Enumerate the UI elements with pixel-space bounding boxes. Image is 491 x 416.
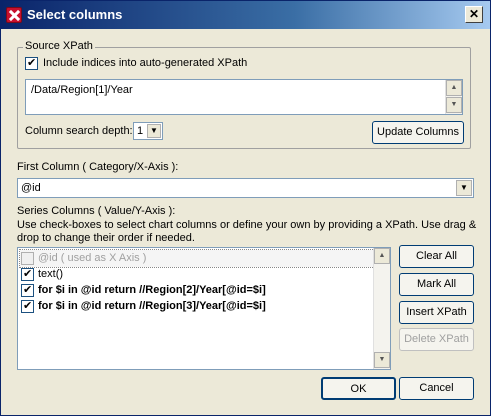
scroll-up-icon[interactable]: ▲	[374, 248, 390, 264]
select-columns-dialog: Select columns ✕ Source XPath Include in…	[0, 0, 491, 416]
series-checkbox[interactable]	[21, 283, 34, 297]
chevron-down-icon[interactable]: ▼	[147, 124, 161, 138]
delete-xpath-button: Delete XPath	[399, 328, 474, 351]
xpath-scrollbar[interactable]: ▲ ▼	[445, 80, 462, 114]
source-xpath-legend: Source XPath	[23, 40, 95, 52]
list-scrollbar[interactable]: ▲ ▼	[373, 248, 390, 369]
depth-select[interactable]: 1 ▼	[133, 122, 163, 140]
series-checkbox[interactable]	[21, 267, 34, 281]
series-columns-list[interactable]: @id ( used as X Axis ) text() for $i in …	[17, 247, 391, 370]
clear-all-button[interactable]: Clear All	[399, 245, 474, 268]
cancel-button[interactable]: Cancel	[399, 377, 474, 400]
series-columns-label: Series Columns ( Value/Y-Axis ):	[17, 205, 176, 217]
ok-button[interactable]: OK	[321, 377, 396, 400]
list-item[interactable]: @id ( used as X Axis )	[19, 249, 375, 268]
depth-value: 1	[137, 125, 144, 137]
mark-all-button[interactable]: Mark All	[399, 273, 474, 296]
xpath-value: /Data/Region[1]/Year	[31, 84, 133, 96]
series-item-label: for $i in @id return //Region[3]/Year[@i…	[38, 300, 266, 312]
update-columns-button[interactable]: Update Columns	[372, 121, 464, 144]
depth-label: Column search depth:	[25, 125, 133, 137]
list-item[interactable]: text()	[20, 266, 374, 283]
close-button[interactable]: ✕	[465, 6, 483, 23]
title-bar[interactable]: Select columns ✕	[1, 1, 490, 29]
series-help-line1: Use check-boxes to select chart columns …	[17, 219, 477, 231]
first-column-select[interactable]: @id ▼	[17, 178, 474, 198]
scroll-up-icon[interactable]: ▲	[446, 80, 462, 96]
app-icon	[6, 7, 22, 23]
series-item-label: @id ( used as X Axis )	[38, 252, 147, 264]
first-column-label: First Column ( Category/X-Axis ):	[17, 161, 179, 173]
list-item[interactable]: for $i in @id return //Region[3]/Year[@i…	[20, 298, 374, 315]
scroll-down-icon[interactable]: ▼	[446, 97, 462, 113]
include-indices-label: Include indices into auto-generated XPat…	[43, 57, 248, 69]
series-item-label: text()	[38, 268, 64, 280]
series-help-line2: drop to change their order if needed.	[17, 232, 195, 244]
window-title: Select columns	[27, 7, 123, 22]
scroll-down-icon[interactable]: ▼	[374, 352, 390, 368]
chevron-down-icon[interactable]: ▼	[456, 180, 472, 196]
series-item-label: for $i in @id return //Region[2]/Year[@i…	[38, 284, 266, 296]
xpath-textarea[interactable]: /Data/Region[1]/Year ▲ ▼	[25, 79, 463, 115]
series-checkbox	[21, 252, 34, 265]
first-column-value: @id	[21, 182, 41, 194]
list-item[interactable]: for $i in @id return //Region[2]/Year[@i…	[20, 282, 374, 299]
insert-xpath-button[interactable]: Insert XPath	[399, 301, 474, 324]
include-indices-checkbox[interactable]	[25, 56, 38, 70]
series-checkbox[interactable]	[21, 299, 34, 313]
